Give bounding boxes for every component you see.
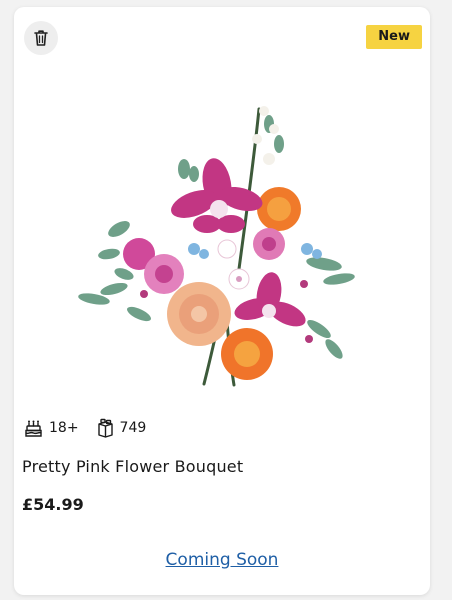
remove-from-wishlist-button[interactable] — [24, 21, 58, 55]
piece-count: 749 — [97, 418, 147, 438]
product-attributes: 18+ 749 — [24, 418, 146, 438]
piece-count-label: 749 — [119, 420, 147, 436]
product-card[interactable]: New 18+ 749 Pretty Pink Flower Bouquet £… — [14, 7, 430, 595]
product-price: £54.99 — [22, 495, 84, 514]
coming-soon-link[interactable]: Coming Soon — [14, 550, 430, 570]
age-rating: 18+ — [24, 419, 79, 438]
bin-icon — [34, 30, 48, 46]
age-rating-label: 18+ — [49, 420, 79, 436]
brick-icon — [97, 418, 113, 438]
birthday-cake-icon — [25, 420, 42, 437]
product-image[interactable] — [69, 89, 369, 389]
new-badge: New — [366, 25, 422, 49]
product-title[interactable]: Pretty Pink Flower Bouquet — [22, 457, 243, 476]
